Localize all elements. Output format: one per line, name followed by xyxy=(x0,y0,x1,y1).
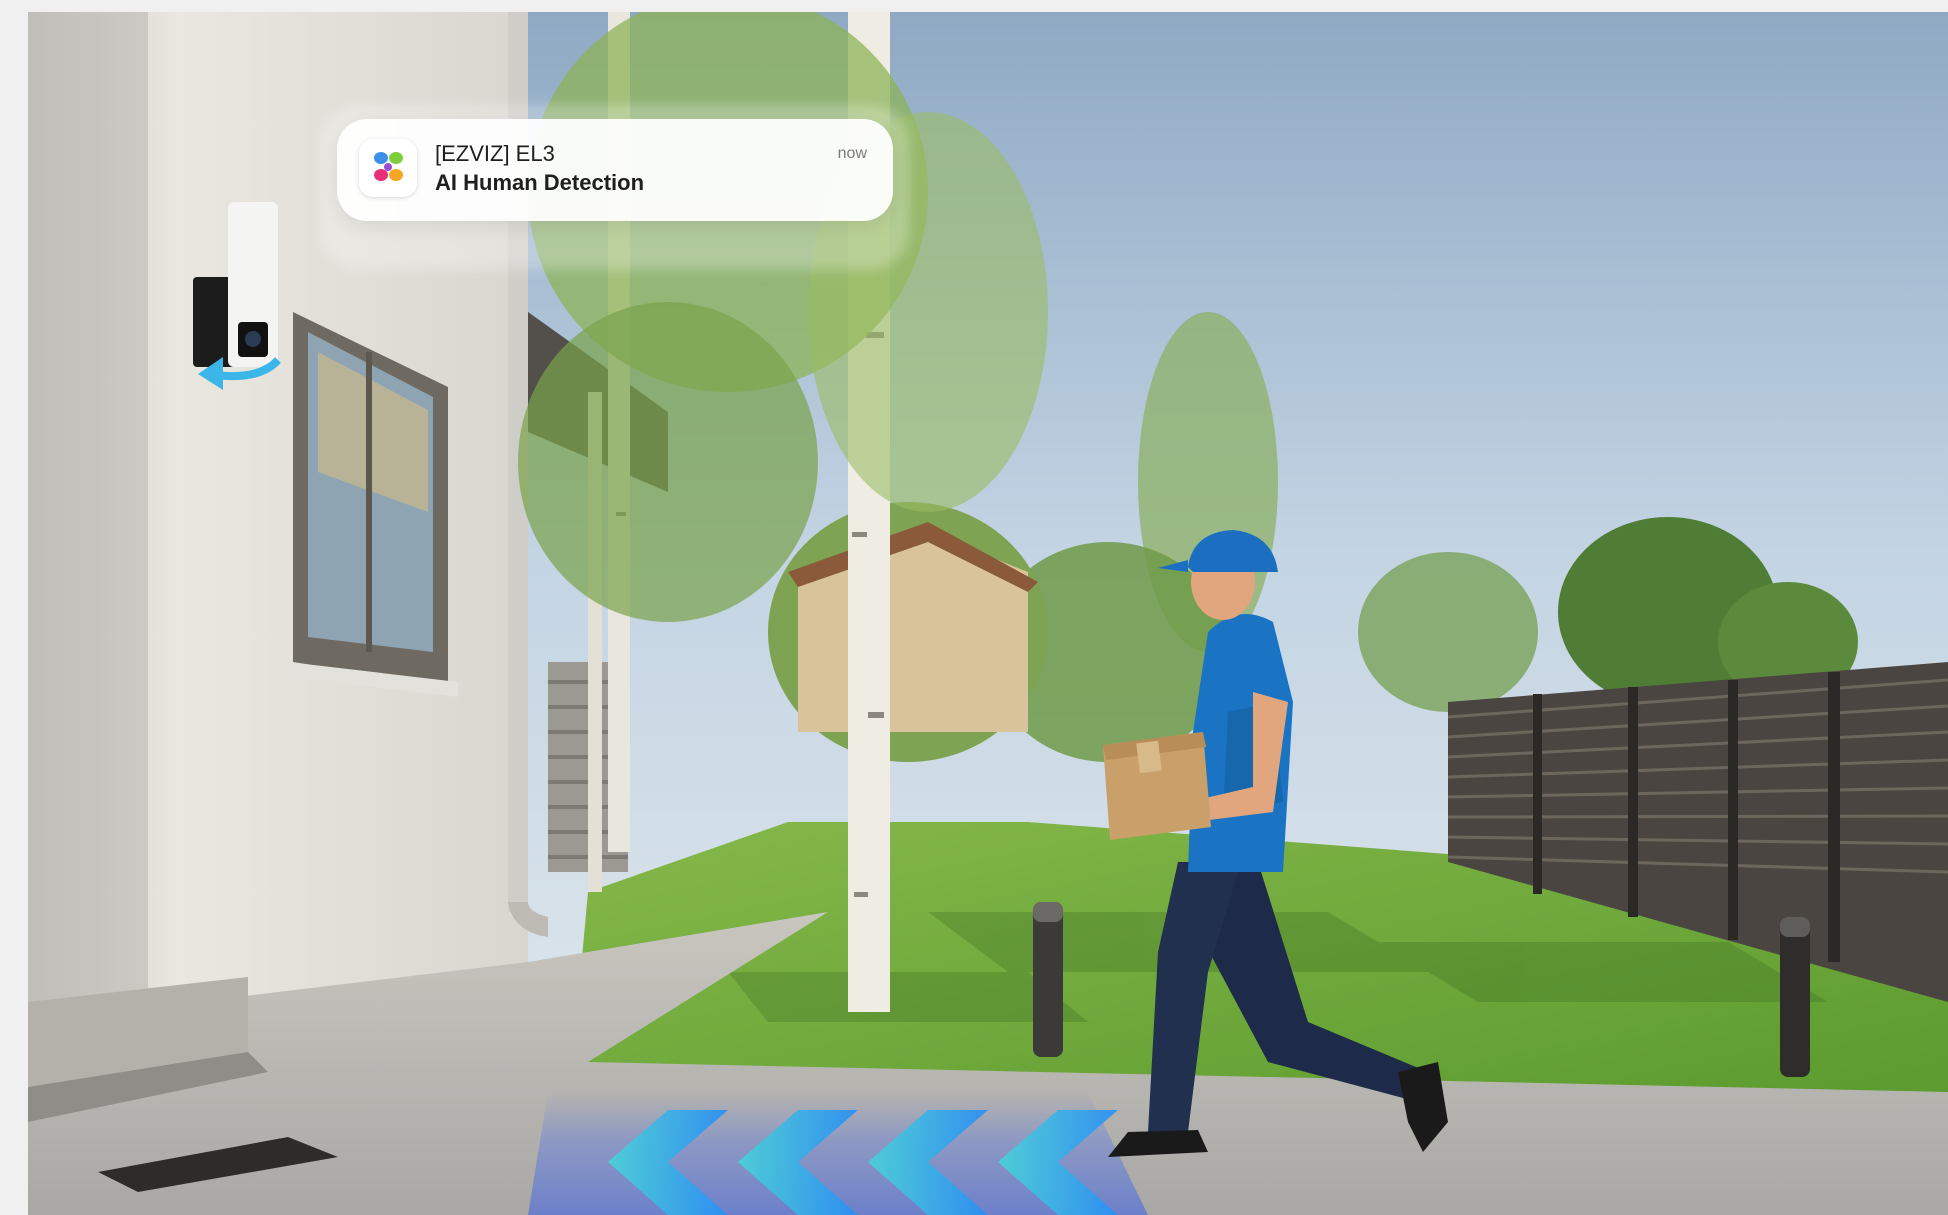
push-notification[interactable]: [EZVIZ] EL3 AI Human Detection now xyxy=(337,119,893,221)
ezviz-app-icon xyxy=(359,139,417,197)
photo-scene xyxy=(28,12,1948,1215)
notification-time: now xyxy=(837,145,867,162)
notification-body: AI Human Detection xyxy=(435,170,645,195)
scene-illustration xyxy=(28,12,1948,1215)
notification-title: [EZVIZ] EL3 xyxy=(435,141,555,166)
